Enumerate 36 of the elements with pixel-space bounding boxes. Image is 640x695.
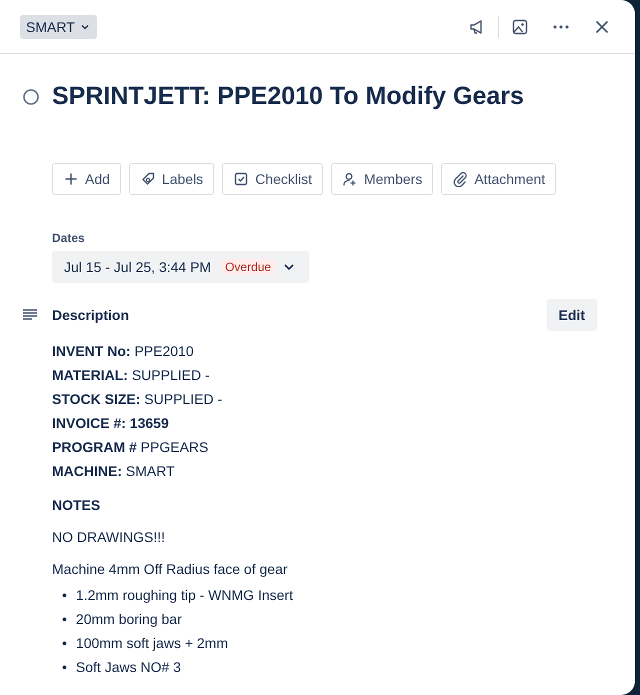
description-line: MATERIAL: SUPPLIED - xyxy=(52,366,210,385)
description-heading: Description xyxy=(52,307,130,323)
description-line: STOCK SIZE: SUPPLIED - xyxy=(52,390,222,409)
add-icon xyxy=(63,171,79,187)
description-paragraph: Machine 4mm Off Radius face of gear xyxy=(52,560,288,579)
description-line: PROGRAM # PPGEARS xyxy=(52,438,208,457)
list-item: 20mm boring bar xyxy=(76,610,182,629)
bullet: • xyxy=(62,610,67,629)
description-line: INVENT No: PPE2010 xyxy=(52,342,194,361)
bullet: • xyxy=(62,634,67,653)
action-button[interactable]: Labels xyxy=(128,163,214,195)
checklist-icon xyxy=(233,171,250,187)
list-item: 1.2mm roughing tip - WNMG Insert xyxy=(76,586,293,605)
description-line: MACHINE: SMART xyxy=(52,462,175,481)
action-button[interactable]: Attachment xyxy=(441,163,556,195)
list-item: 100mm soft jaws + 2mm xyxy=(76,634,228,653)
members-icon xyxy=(342,171,358,187)
edit-button[interactable]: Edit xyxy=(546,299,597,331)
description-line: INVOICE #: 13659 xyxy=(52,414,169,433)
action-button[interactable]: Add xyxy=(52,163,121,195)
card-title: SPRINTJETT: PPE2010 To Modify Gears xyxy=(52,82,524,111)
attachment-icon xyxy=(452,171,468,187)
list-item: Soft Jaws NO# 3 xyxy=(76,658,181,677)
overdue-badge: Overdue xyxy=(221,259,276,275)
bullet: • xyxy=(62,658,67,677)
labels-icon xyxy=(140,171,156,187)
description-paragraph: NOTES xyxy=(52,496,100,515)
dates-heading: Dates xyxy=(52,231,86,245)
action-button[interactable]: Members xyxy=(330,163,434,195)
complete-toggle[interactable] xyxy=(22,88,40,106)
description-paragraph: NO DRAWINGS!!! xyxy=(52,528,166,547)
description-icon xyxy=(22,308,38,322)
list-selector[interactable]: SMART xyxy=(20,14,97,38)
bullet: • xyxy=(62,586,67,605)
dates-button[interactable]: Jul 15 - Jul 25, 3:44 PM Overdue xyxy=(52,251,310,283)
action-button[interactable]: Checklist xyxy=(222,163,323,195)
